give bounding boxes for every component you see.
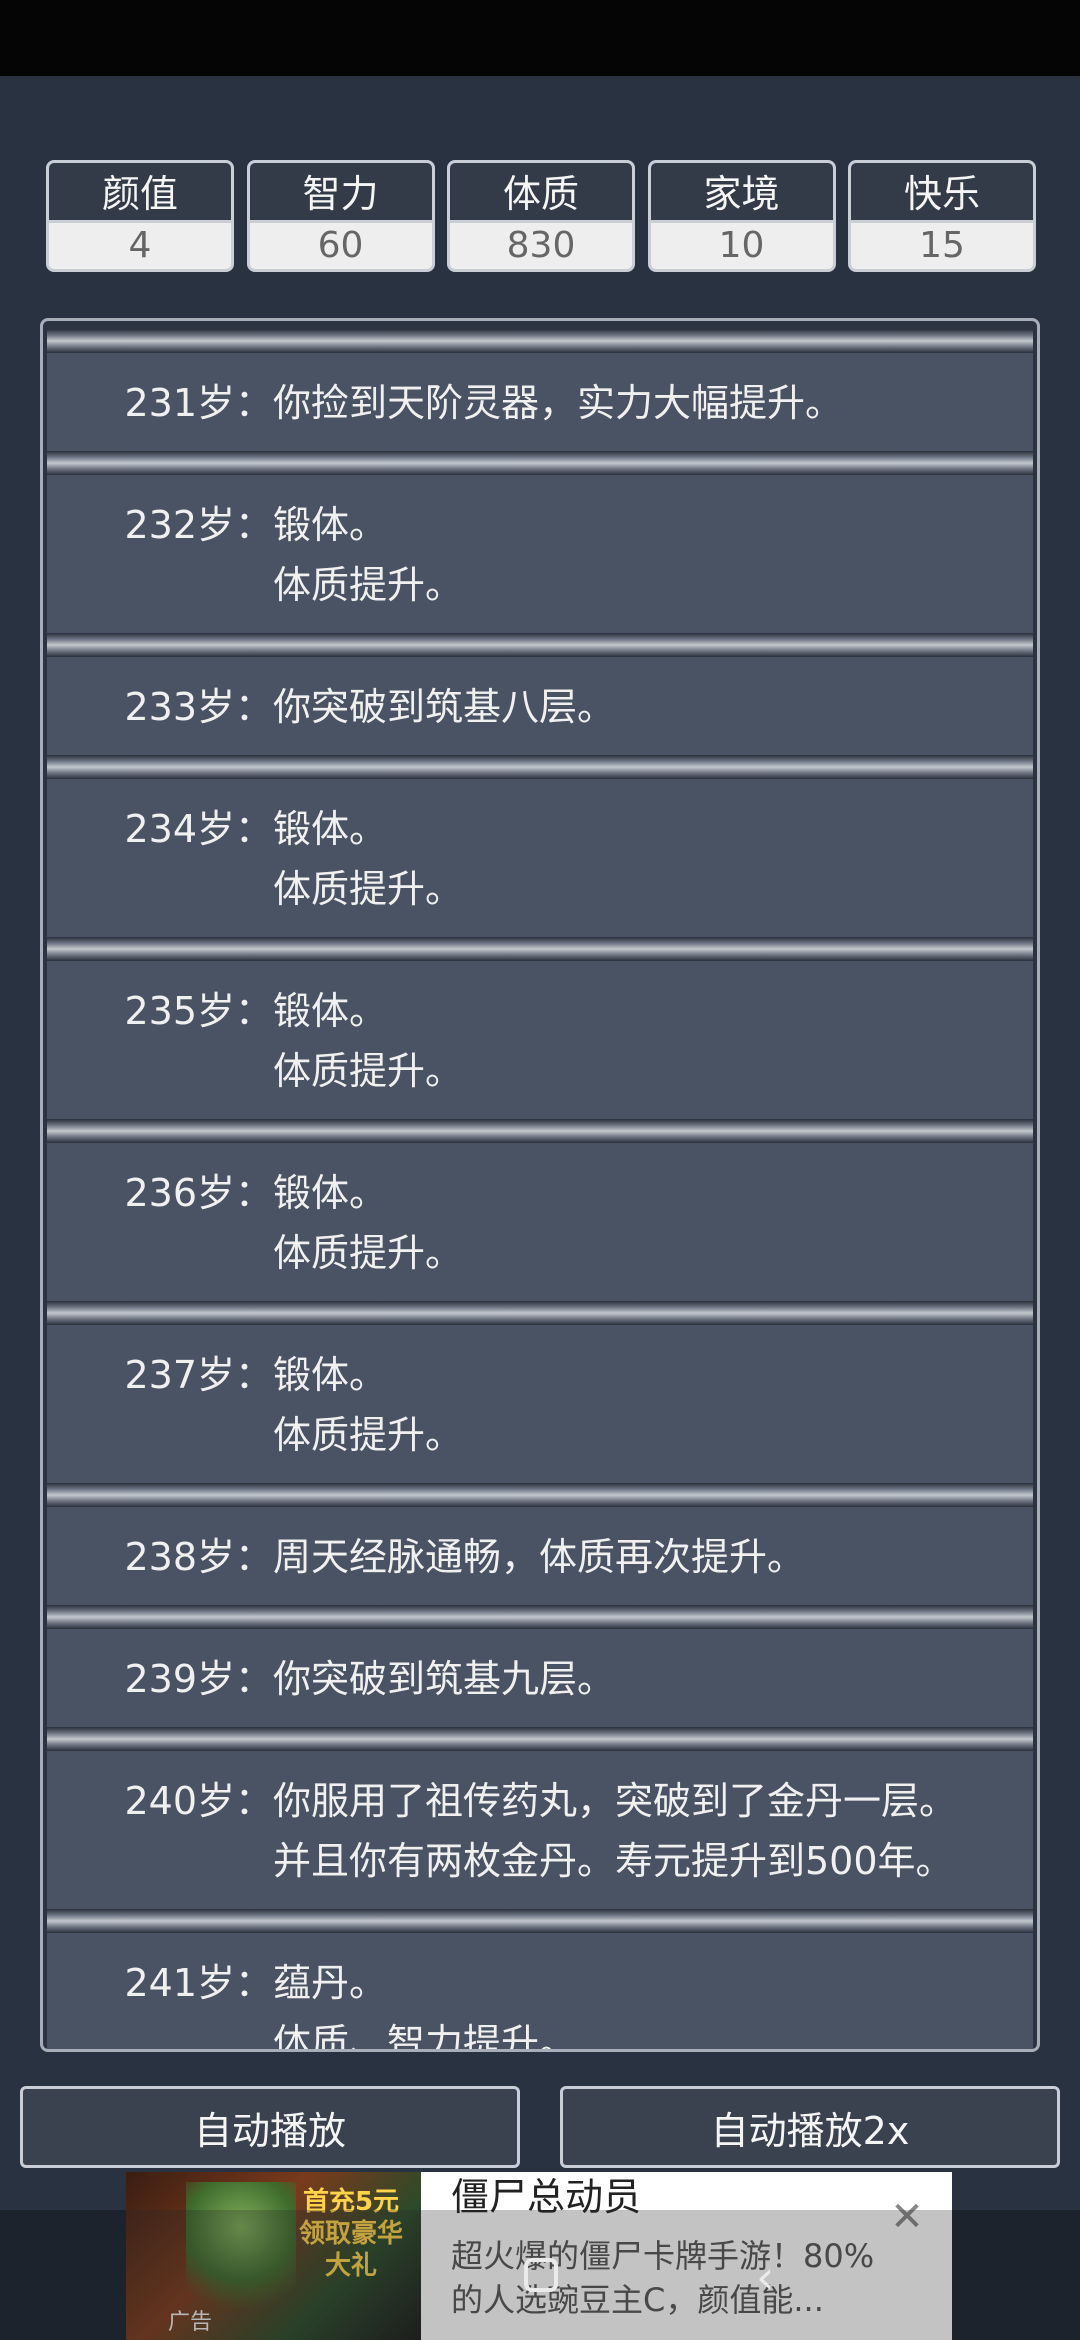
log-entry: 239岁： 你突破到筑基九层。	[47, 1629, 1033, 1727]
stat-label: 家境	[650, 163, 833, 223]
log-age: 238岁：	[124, 1535, 273, 1579]
log-line: 并且你有两枚金丹。寿元提升到500年。	[273, 1839, 954, 1883]
stat-value: 60	[317, 225, 364, 266]
log-age: 233岁：	[124, 685, 273, 729]
ad-badge: 广告	[168, 2310, 213, 2335]
log-line: 你捡到天阶灵器，实力大幅提升。	[273, 381, 844, 425]
stat-family: 家境 10	[647, 160, 836, 272]
log-line: 周天经脉通畅，体质再次提升。	[273, 1535, 806, 1579]
log-entry: 235岁： 锻体。 体质提升。	[47, 961, 1033, 1119]
auto-play-button[interactable]: 自动播放	[20, 2086, 520, 2168]
log-age: 241岁：	[124, 1961, 273, 2005]
divider	[47, 1301, 1033, 1325]
back-icon[interactable]: ‹	[756, 2250, 774, 2304]
log-line: 体质、智力提升。	[273, 2021, 578, 2052]
log-text: 你服用了祖传药丸，突破到了金丹一层。 并且你有两枚金丹。寿元提升到500年。	[273, 1771, 1033, 1891]
log-line: 锻体。	[273, 989, 388, 1033]
log-text: 你突破到筑基九层。	[273, 1649, 1033, 1709]
log-text: 锻体。 体质提升。	[273, 799, 1033, 919]
log-line: 你突破到筑基八层。	[273, 685, 616, 729]
stat-intelligence: 智力 60	[246, 160, 435, 272]
log-entry: 236岁： 锻体。 体质提升。	[47, 1143, 1033, 1301]
log-age: 236岁：	[124, 1171, 273, 1215]
stat-label: 智力	[249, 163, 432, 223]
log-text: 锻体。 体质提升。	[273, 1163, 1033, 1283]
stat-label: 快乐	[851, 163, 1033, 223]
status-bar	[0, 0, 1080, 76]
stat-appearance: 颜值 4	[46, 160, 234, 272]
log-entry: 231岁： 你捡到天阶灵器，实力大幅提升。	[47, 353, 1033, 451]
log-age: 234岁：	[124, 807, 273, 851]
log-text: 锻体。 体质提升。	[273, 1345, 1033, 1465]
log-age: 232岁：	[124, 503, 273, 547]
log-line: 蕴丹。	[273, 1961, 388, 2005]
divider	[47, 1483, 1033, 1507]
log-entry: 232岁： 锻体。 体质提升。	[47, 475, 1033, 633]
log-line: 锻体。	[273, 807, 388, 851]
log-text: 蕴丹。 体质、智力提升。	[273, 1953, 1033, 2052]
log-text: 周天经脉通畅，体质再次提升。	[273, 1527, 1033, 1587]
life-log-panel[interactable]: 231岁： 你捡到天阶灵器，实力大幅提升。 232岁： 锻体。 体质提升。 23…	[40, 318, 1040, 2052]
log-entry: 241岁： 蕴丹。 体质、智力提升。	[47, 1933, 1033, 2052]
log-line: 你突破到筑基九层。	[273, 1657, 616, 1701]
close-icon[interactable]: ✕	[890, 2197, 924, 2237]
ad-banner[interactable]: 首充5元 领取豪华大礼 广告 僵尸总动员 超火爆的僵尸卡牌手游！80%的人选豌豆…	[126, 2172, 952, 2340]
stats-bar: 颜值 4 智力 60 体质 830 家境 10 快乐 15	[46, 160, 1036, 272]
log-entry: 234岁： 锻体。 体质提升。	[47, 779, 1033, 937]
stat-happiness: 快乐 15	[848, 160, 1036, 272]
ad-title: 僵尸总动员	[451, 2175, 642, 2219]
ad-promo-text: 首充5元 领取豪华大礼	[298, 2187, 403, 2281]
stat-value: 830	[506, 225, 576, 266]
divider	[47, 755, 1033, 779]
log-text: 锻体。 体质提升。	[273, 981, 1033, 1101]
ad-description: 超火爆的僵尸卡牌手游！80%的人选豌豆主C，颜值能...	[451, 2237, 875, 2319]
stat-value: 15	[919, 225, 965, 266]
log-entry: 238岁： 周天经脉通畅，体质再次提升。	[47, 1507, 1033, 1605]
divider	[47, 1605, 1033, 1629]
playback-controls: 自动播放 自动播放2x	[20, 2086, 1060, 2168]
log-entry: 233岁： 你突破到筑基八层。	[47, 657, 1033, 755]
divider	[47, 633, 1033, 657]
log-text: 你突破到筑基八层。	[273, 677, 1033, 737]
divider	[47, 1119, 1033, 1143]
home-icon[interactable]	[524, 2258, 558, 2292]
log-line: 锻体。	[273, 1353, 388, 1397]
log-age: 237岁：	[124, 1353, 273, 1397]
stat-value: 10	[718, 225, 765, 266]
log-text: 你捡到天阶灵器，实力大幅提升。	[273, 373, 1033, 433]
divider	[47, 451, 1033, 475]
auto-play-2x-button[interactable]: 自动播放2x	[560, 2086, 1060, 2168]
log-age: 235岁：	[124, 989, 273, 1033]
stat-value: 4	[128, 225, 152, 266]
log-entry: 240岁： 你服用了祖传药丸，突破到了金丹一层。 并且你有两枚金丹。寿元提升到5…	[47, 1751, 1033, 1909]
log-line: 体质提升。	[273, 1049, 464, 1093]
log-line: 体质提升。	[273, 563, 464, 607]
log-line: 你服用了祖传药丸，突破到了金丹一层。	[273, 1779, 958, 1823]
stat-label: 颜值	[49, 163, 231, 223]
ad-image[interactable]: 首充5元 领取豪华大礼 广告	[126, 2172, 421, 2340]
divider	[47, 937, 1033, 961]
log-entry: 237岁： 锻体。 体质提升。	[47, 1325, 1033, 1483]
log-line: 体质提升。	[273, 867, 464, 911]
log-line: 体质提升。	[273, 1413, 464, 1457]
log-age: 240岁：	[124, 1779, 273, 1823]
divider	[47, 1727, 1033, 1751]
log-age: 239岁：	[124, 1657, 273, 1701]
log-age: 231岁：	[124, 381, 273, 425]
log-line: 锻体。	[273, 503, 388, 547]
stat-constitution: 体质 830	[447, 160, 635, 272]
stat-label: 体质	[450, 163, 632, 223]
ad-body[interactable]: 僵尸总动员 超火爆的僵尸卡牌手游！80%的人选豌豆主C，颜值能... ✕	[421, 2172, 952, 2340]
log-text: 锻体。 体质提升。	[273, 495, 1033, 615]
log-line: 体质提升。	[273, 1231, 464, 1275]
divider	[47, 1909, 1033, 1933]
log-line: 锻体。	[273, 1171, 388, 1215]
divider	[47, 329, 1033, 353]
